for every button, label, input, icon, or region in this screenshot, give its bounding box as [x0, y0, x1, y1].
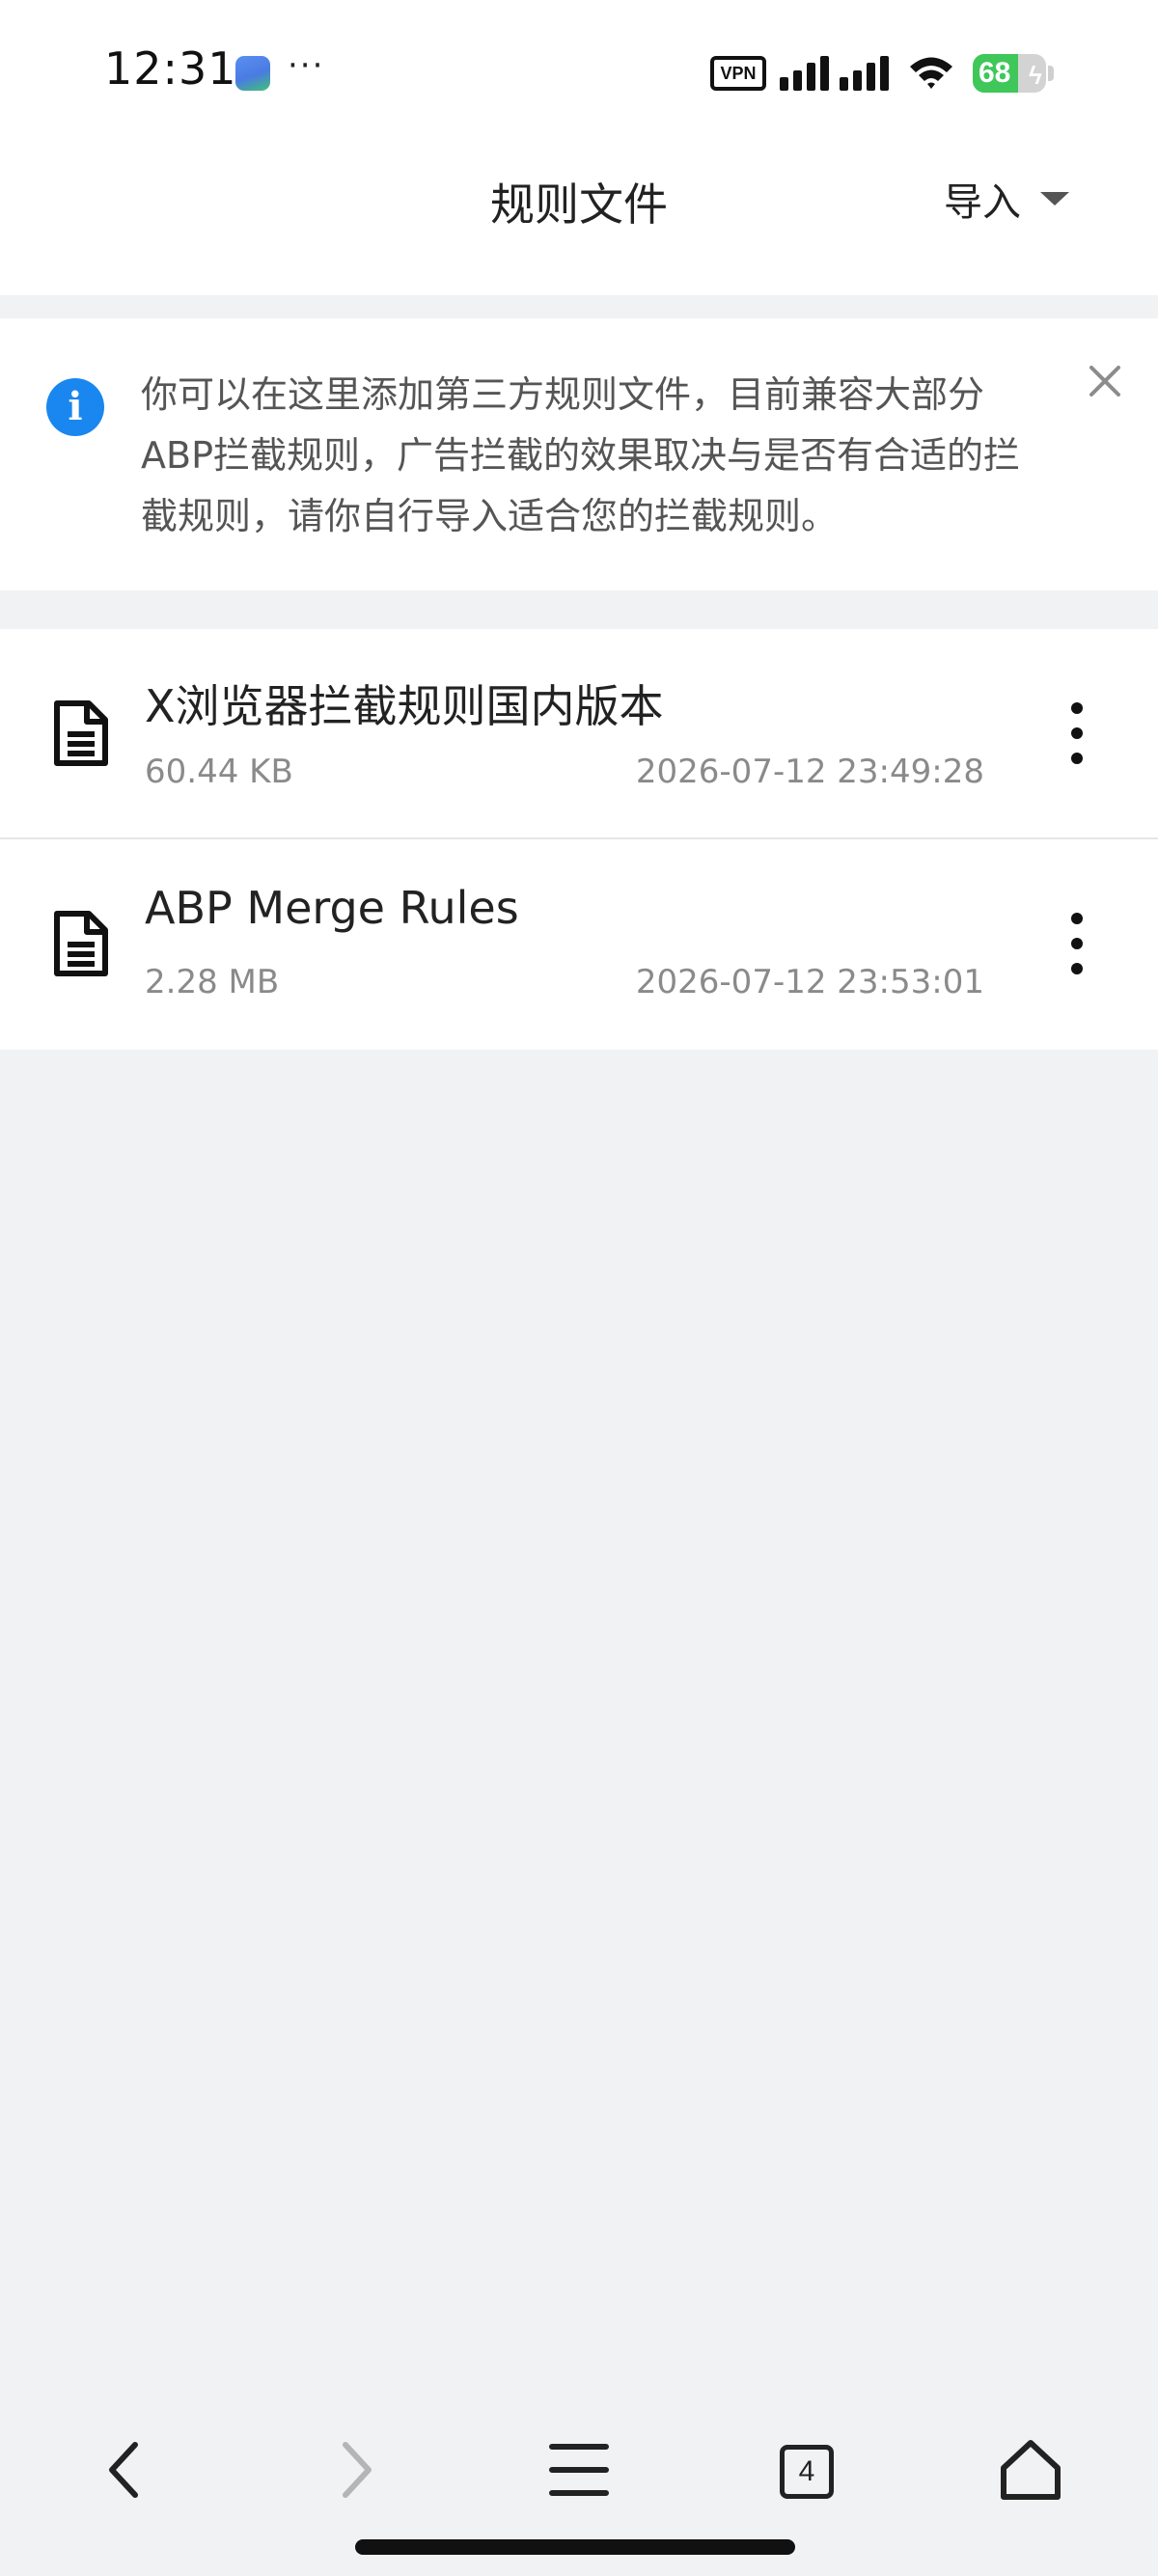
signal-icon	[780, 56, 889, 91]
more-notifications-icon: ···	[288, 46, 325, 85]
document-icon	[54, 911, 108, 976]
header-bar: 规则文件 导入	[0, 145, 1158, 295]
document-icon	[54, 700, 108, 766]
notice-text: 你可以在这里添加第三方规则文件，目前兼容大部分ABP拦截规则，广告拦截的效果取决…	[141, 373, 1020, 537]
close-icon[interactable]	[1087, 363, 1123, 399]
info-notice: i 你可以在这里添加第三方规则文件，目前兼容大部分ABP拦截规则，广告拦截的效果…	[0, 318, 1158, 590]
import-dropdown-button[interactable]: 导入	[944, 172, 1069, 226]
chevron-left-icon[interactable]	[89, 2431, 166, 2508]
list-item[interactable]: X浏览器拦截规则国内版本 60.44 KB 2026-07-12 23:49:2…	[0, 629, 1158, 839]
more-vertical-icon[interactable]	[1062, 909, 1092, 978]
bottom-toolbar: 4	[0, 2412, 1158, 2528]
battery-cap	[1048, 66, 1054, 81]
tab-count: 4	[780, 2445, 834, 2499]
status-time: 12:31	[104, 42, 237, 95]
hamburger-menu-icon[interactable]	[540, 2431, 618, 2508]
battery-icon: 68 ϟ	[973, 54, 1046, 93]
import-label: 导入	[944, 180, 1021, 225]
vpn-icon: VPN	[710, 56, 766, 91]
charging-icon: ϟ	[1029, 61, 1042, 90]
rule-file-list: X浏览器拦截规则国内版本 60.44 KB 2026-07-12 23:49:2…	[0, 629, 1158, 1050]
app-notification-icon	[235, 56, 270, 91]
file-size: 60.44 KB	[145, 753, 293, 791]
list-item[interactable]: ABP Merge Rules 2.28 MB 2026-07-12 23:53…	[0, 839, 1158, 1050]
file-date: 2026-07-12 23:49:28	[635, 753, 984, 791]
file-name: ABP Merge Rules	[145, 882, 519, 934]
more-vertical-icon[interactable]	[1062, 699, 1092, 768]
chevron-right-icon[interactable]	[315, 2431, 392, 2508]
file-size: 2.28 MB	[145, 963, 280, 1001]
file-date: 2026-07-12 23:53:01	[635, 963, 984, 1001]
file-name: X浏览器拦截规则国内版本	[145, 680, 664, 732]
home-icon[interactable]	[992, 2431, 1069, 2508]
info-icon: i	[46, 378, 104, 436]
tabs-icon[interactable]: 4	[766, 2431, 843, 2508]
home-indicator[interactable]	[355, 2539, 795, 2555]
status-bar: 12:31 ··· VPN 68 ϟ	[0, 0, 1158, 145]
caret-down-icon	[1040, 192, 1069, 206]
wifi-icon	[910, 57, 952, 89]
battery-level: 68	[979, 57, 1011, 89]
screen: 12:31 ··· VPN 68 ϟ 规则文件 导入 i 你可以在这里添加第三方…	[0, 0, 1158, 2576]
